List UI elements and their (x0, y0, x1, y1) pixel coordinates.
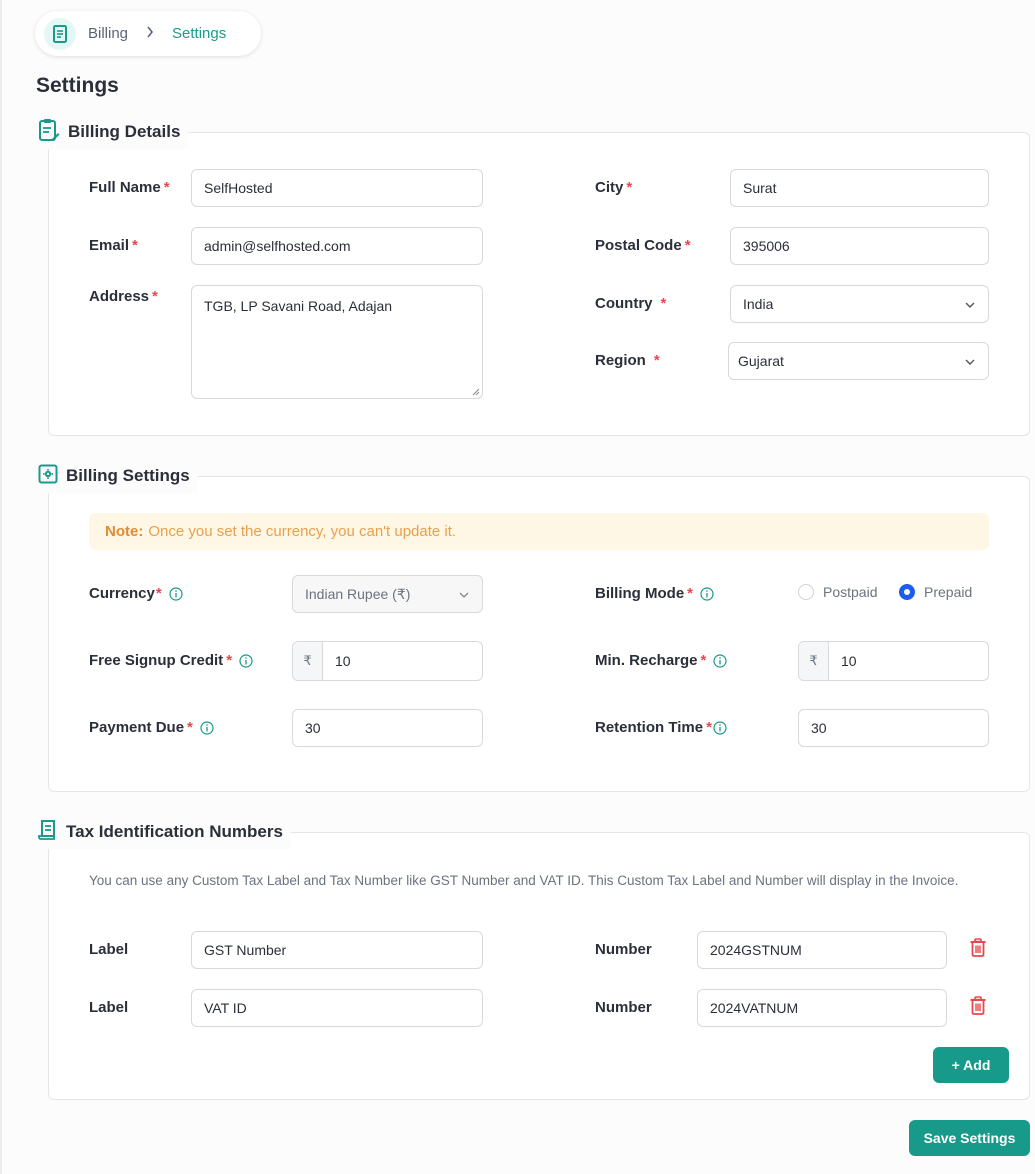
region-label: Region * (595, 352, 660, 369)
postal-code-label: Postal Code * (595, 237, 691, 254)
info-icon[interactable] (239, 653, 253, 668)
radio-prepaid[interactable]: Prepaid (899, 584, 972, 600)
region-value: Gujarat (738, 353, 784, 369)
currency-note: Note: Once you set the currency, you can… (89, 513, 989, 550)
address-textarea[interactable]: TGB, LP Savani Road, Adajan (191, 285, 483, 399)
clipboard-edit-icon (38, 118, 60, 147)
rupee-prefix: ₹ (293, 642, 323, 680)
tax-label-input[interactable]: GST Number (191, 931, 483, 969)
email-input[interactable]: admin@selfhosted.com (191, 227, 483, 265)
currency-select: Indian Rupee (₹) (292, 575, 483, 613)
postal-code-input[interactable]: 395006 (730, 227, 989, 265)
rupee-prefix: ₹ (799, 642, 829, 680)
billing-settings-header: Billing Settings (32, 459, 198, 493)
email-label: Email * (89, 237, 138, 254)
section-title: Tax Identification Numbers (66, 822, 283, 841)
city-input[interactable]: Surat (730, 169, 989, 207)
country-value: India (743, 296, 774, 312)
radio-postpaid-circle[interactable] (798, 584, 814, 600)
tax-label-caption: Label (89, 941, 129, 958)
address-value: TGB, LP Savani Road, Adajan (204, 298, 393, 314)
breadcrumb-current: Settings (172, 25, 227, 42)
free-signup-credit-label: Free Signup Credit * (89, 652, 253, 669)
save-settings-button[interactable]: Save Settings (909, 1120, 1030, 1156)
full-name-label: Full Name * (89, 179, 170, 196)
address-label: Address * (89, 288, 158, 305)
tax-description: You can use any Custom Tax Label and Tax… (89, 873, 959, 888)
tax-header: Tax Identification Numbers (32, 815, 291, 849)
chevron-right-icon (146, 25, 154, 42)
add-tax-button[interactable]: + Add (933, 1047, 1009, 1083)
chevron-down-icon (459, 592, 469, 598)
radio-postpaid[interactable]: Postpaid (798, 584, 877, 600)
min-recharge-label: Min. Recharge * (595, 652, 727, 669)
section-title: Billing Settings (66, 466, 190, 485)
tax-label-caption: Label (89, 999, 129, 1016)
billing-mode-label: Billing Mode * (595, 585, 714, 602)
tax-number-caption: Number (595, 941, 652, 958)
min-recharge-value: 10 (841, 653, 857, 669)
radio-prepaid-label: Prepaid (924, 584, 973, 600)
region-select[interactable]: Gujarat (728, 342, 989, 380)
trash-icon[interactable] (969, 996, 987, 1015)
currency-value: Indian Rupee (₹) (305, 585, 411, 602)
breadcrumb: Billing Settings (35, 11, 261, 56)
receipt-icon (38, 819, 58, 846)
chevron-down-icon (965, 302, 975, 308)
min-recharge-input[interactable]: ₹ 10 (798, 641, 989, 681)
full-name-input[interactable]: SelfHosted (191, 169, 483, 207)
city-label: City * (595, 179, 633, 196)
radio-prepaid-circle[interactable] (899, 584, 915, 600)
info-icon[interactable] (713, 653, 727, 668)
info-icon[interactable] (169, 586, 183, 601)
section-title: Billing Details (68, 122, 181, 141)
country-label: Country * (595, 295, 667, 312)
retention-time-label: Retention Time * (595, 719, 727, 736)
payment-due-input[interactable]: 30 (292, 709, 483, 747)
tax-number-input[interactable]: 2024VATNUM (697, 989, 947, 1027)
country-select[interactable]: India (730, 285, 989, 323)
breadcrumb-item-billing[interactable]: Billing (88, 25, 128, 42)
info-icon[interactable] (713, 720, 727, 735)
gear-square-icon (38, 464, 58, 489)
currency-label: Currency * (89, 585, 183, 602)
free-signup-credit-input[interactable]: ₹ 10 (292, 641, 483, 681)
info-icon[interactable] (700, 586, 714, 601)
free-signup-credit-value: 10 (335, 653, 351, 669)
tax-number-input[interactable]: 2024GSTNUM (697, 931, 947, 969)
resize-handle-icon[interactable] (472, 388, 480, 396)
info-icon[interactable] (200, 720, 214, 735)
tax-number-caption: Number (595, 999, 652, 1016)
note-text: Once you set the currency, you can't upd… (148, 523, 457, 540)
trash-icon[interactable] (969, 938, 987, 957)
payment-due-label: Payment Due * (89, 719, 214, 736)
page-title: Settings (36, 74, 119, 97)
receipt-icon (44, 17, 76, 50)
chevron-down-icon (965, 359, 975, 365)
retention-time-input[interactable]: 30 (798, 709, 989, 747)
note-label: Note: (105, 523, 144, 540)
billing-details-header: Billing Details (32, 115, 189, 149)
radio-postpaid-label: Postpaid (823, 584, 878, 600)
tax-label-input[interactable]: VAT ID (191, 989, 483, 1027)
